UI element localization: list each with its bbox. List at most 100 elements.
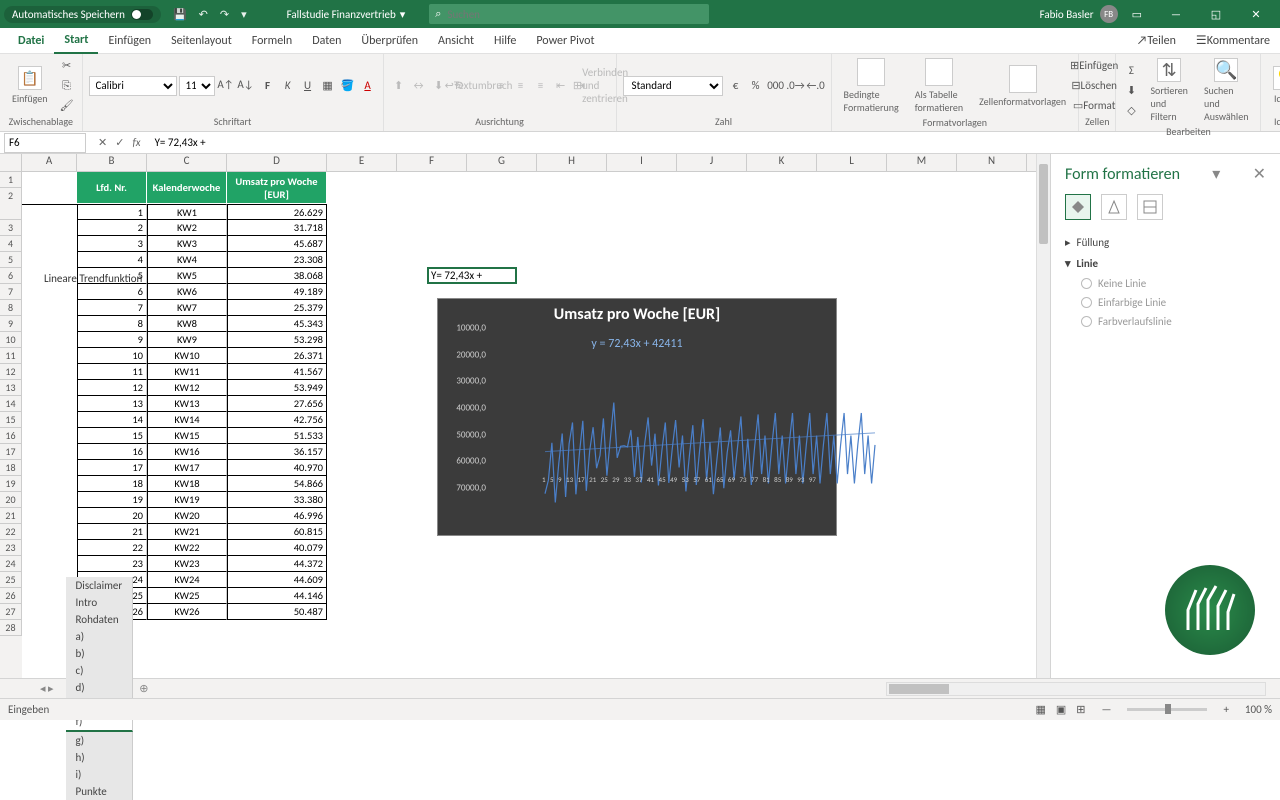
tab-insert[interactable]: Einfügen: [98, 28, 161, 54]
zoom-slider[interactable]: [1127, 708, 1207, 711]
autosum-icon[interactable]: Σ: [1122, 62, 1140, 80]
conditional-formatting-button[interactable]: Bedingte Formatierung: [838, 56, 905, 116]
sheet-tab-i)[interactable]: i): [66, 766, 134, 783]
sheet-tab-a)[interactable]: a): [66, 628, 134, 645]
sheet-tab-Intro[interactable]: Intro: [66, 594, 134, 611]
format-painter-icon[interactable]: 🖌: [58, 97, 76, 115]
sort-filter-button[interactable]: ⇅Sortieren und Filtern: [1144, 56, 1194, 125]
format-pane-tab-effects[interactable]: [1101, 194, 1127, 220]
number-format-select[interactable]: Standard: [623, 76, 723, 96]
tab-powerpivot[interactable]: Power Pivot: [526, 28, 604, 54]
paste-button[interactable]: 📋 Einfügen: [6, 64, 54, 107]
clear-icon[interactable]: ◇: [1122, 102, 1140, 120]
tab-data[interactable]: Daten: [302, 28, 351, 54]
percent-icon[interactable]: %: [747, 77, 765, 95]
tab-help[interactable]: Hilfe: [484, 28, 526, 54]
user-avatar[interactable]: FB: [1100, 5, 1118, 23]
wrap-text-button[interactable]: ↩ Textumbruch: [470, 77, 488, 95]
horizontal-scrollbar[interactable]: [886, 682, 1266, 696]
sheet-tab-d)[interactable]: d): [66, 679, 134, 696]
minimize-button[interactable]: —: [1156, 0, 1196, 28]
select-all-corner[interactable]: [0, 154, 22, 171]
fill-icon[interactable]: ⬇: [1122, 82, 1140, 100]
sheet-tab-h)[interactable]: h): [66, 749, 134, 766]
format-section-line[interactable]: ▾ Linie: [1065, 253, 1266, 274]
merge-button[interactable]: ⊞ Verbinden und zentrieren: [592, 77, 610, 95]
tab-start[interactable]: Start: [54, 28, 98, 54]
inc-decimal-icon[interactable]: .0→: [787, 77, 805, 95]
add-sheet-icon[interactable]: ⊕: [139, 682, 148, 695]
dropdown-icon[interactable]: ▾: [1212, 164, 1220, 184]
close-button[interactable]: ✕: [1236, 0, 1276, 28]
currency-icon[interactable]: €: [727, 77, 745, 95]
sheet-tab-g)[interactable]: g): [66, 732, 134, 749]
align-center-icon[interactable]: ≡: [512, 77, 530, 95]
sheet-tab-Rohdaten[interactable]: Rohdaten: [66, 611, 134, 628]
font-name-select[interactable]: Calibri: [89, 76, 177, 96]
increase-font-icon[interactable]: A↑: [217, 76, 235, 94]
format-section-fill[interactable]: ▸ Füllung: [1065, 232, 1266, 253]
radio-no-line[interactable]: Keine Linie: [1081, 274, 1266, 293]
tab-pagelayout[interactable]: Seitenlayout: [161, 28, 242, 54]
align-top-icon[interactable]: ⬆: [390, 77, 408, 95]
sheet-tab-Punkte[interactable]: Punkte: [66, 783, 134, 800]
save-icon[interactable]: 💾: [173, 8, 187, 21]
dec-decimal-icon[interactable]: ←.0: [807, 77, 825, 95]
delete-button[interactable]: ⊟ Löschen: [1085, 77, 1103, 95]
toggle-off-icon[interactable]: [131, 9, 153, 20]
dropdown-icon[interactable]: ▾: [241, 8, 247, 21]
view-normal-icon[interactable]: ▦: [1035, 703, 1045, 716]
enter-icon[interactable]: ✓: [115, 136, 124, 149]
tab-review[interactable]: Überprüfen: [351, 28, 428, 54]
fill-color-button[interactable]: 🪣: [339, 77, 357, 95]
border-button[interactable]: ▦: [319, 77, 337, 95]
autosave-toggle[interactable]: Automatisches Speichern: [4, 6, 161, 23]
fx-icon[interactable]: fx: [132, 136, 140, 149]
sheet-nav-icons[interactable]: ◂ ▸: [40, 682, 54, 695]
view-break-icon[interactable]: ⊞: [1076, 703, 1085, 716]
formula-input[interactable]: Y= 72,43x +: [155, 136, 1280, 149]
font-size-select[interactable]: 11: [179, 76, 215, 96]
font-color-button[interactable]: A: [359, 77, 377, 95]
share-button[interactable]: ↗ Teilen: [1127, 28, 1186, 54]
tab-file[interactable]: Datei: [8, 28, 54, 54]
italic-button[interactable]: K: [279, 77, 297, 95]
undo-icon[interactable]: ↶: [199, 8, 208, 21]
copy-icon[interactable]: ⎘: [58, 77, 76, 95]
insert-button[interactable]: ⊞ Einfügen: [1085, 57, 1103, 75]
find-select-button[interactable]: 🔍Suchen und Auswählen: [1198, 56, 1255, 125]
chart[interactable]: Umsatz pro Woche [EUR] y = 72,43x + 4241…: [437, 298, 837, 536]
tab-formulas[interactable]: Formeln: [242, 28, 302, 54]
comments-button[interactable]: ☰ Kommentare: [1186, 28, 1280, 54]
filename[interactable]: Fallstudie Finanzvertrieb ▾: [287, 8, 406, 21]
format-button[interactable]: ▭ Format: [1085, 97, 1103, 115]
ideas-button[interactable]: 💡Ideen: [1267, 64, 1280, 107]
name-box[interactable]: F6: [4, 133, 86, 153]
search-input[interactable]: [447, 8, 703, 21]
underline-button[interactable]: U: [299, 77, 317, 95]
vertical-scrollbar[interactable]: [1036, 154, 1050, 678]
cell-styles-button[interactable]: Zellenformatvorlagen: [973, 63, 1072, 110]
user-info[interactable]: Fabio Basler FB: [1040, 5, 1118, 23]
radio-gradient-line[interactable]: Farbverlaufslinie: [1081, 312, 1266, 331]
comma-icon[interactable]: 000: [767, 77, 785, 95]
format-pane-tab-size[interactable]: [1137, 194, 1163, 220]
sheet-tab-c)[interactable]: c): [66, 662, 134, 679]
editing-cell[interactable]: Y= 72,43x +: [427, 267, 517, 284]
bold-button[interactable]: F: [259, 77, 277, 95]
decrease-font-icon[interactable]: A↓: [237, 76, 255, 94]
sheet-tab-Disclaimer[interactable]: Disclaimer: [66, 577, 134, 594]
maximize-button[interactable]: ◱: [1196, 0, 1236, 28]
view-layout-icon[interactable]: ▣: [1056, 703, 1066, 716]
close-pane-icon[interactable]: ✕: [1253, 164, 1266, 184]
sheet-tab-b)[interactable]: b): [66, 645, 134, 662]
search-box[interactable]: ⌕: [429, 4, 709, 24]
tab-view[interactable]: Ansicht: [428, 28, 484, 54]
dropdown-icon[interactable]: ▾: [400, 8, 406, 21]
redo-icon[interactable]: ↷: [220, 8, 229, 21]
ribbon-display-icon[interactable]: ▭: [1132, 8, 1142, 21]
cut-icon[interactable]: ✂: [58, 57, 76, 75]
align-right-icon[interactable]: ≡: [532, 77, 550, 95]
zoom-level[interactable]: 100 %: [1245, 703, 1272, 716]
align-left-icon[interactable]: ≡: [492, 77, 510, 95]
